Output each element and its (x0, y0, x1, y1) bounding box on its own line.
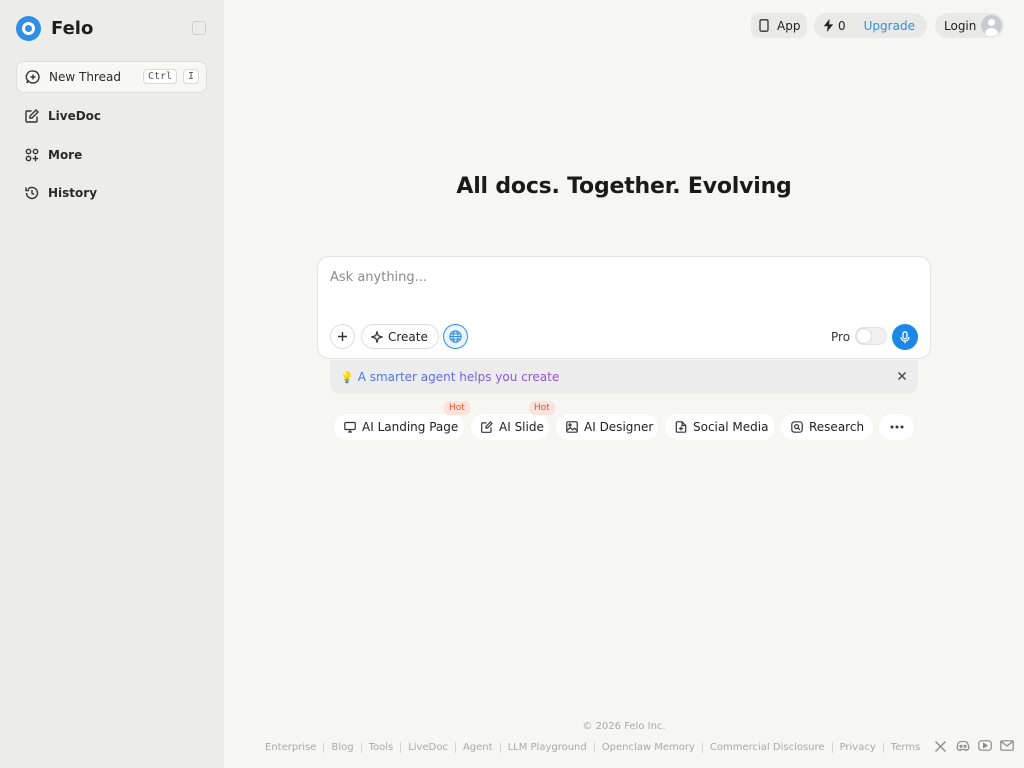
sidebar-item-label: More (48, 148, 83, 162)
discord-icon[interactable] (956, 740, 971, 754)
sidebar-item-livedoc[interactable]: LiveDoc (16, 100, 207, 132)
footer-links: Enterprise Blog Tools LiveDoc Agent LLM … (265, 740, 1015, 754)
more-dots-icon (890, 425, 904, 429)
hot-badge: Hot (444, 401, 470, 415)
login-label: Login (944, 18, 977, 33)
brand-name: Felo (51, 18, 94, 39)
tip-text[interactable]: A smarter agent helps you create (358, 370, 560, 384)
edit-icon (24, 108, 40, 124)
login-button[interactable]: Login (935, 13, 1004, 38)
footer-link-enterprise[interactable]: Enterprise (265, 742, 323, 753)
mail-icon[interactable] (1000, 740, 1015, 754)
plus-icon (337, 331, 348, 342)
footer-link-openclaw-memory[interactable]: Openclaw Memory (593, 741, 702, 753)
avatar (981, 15, 1002, 36)
chip-research[interactable]: Research (781, 414, 873, 440)
page-title: All docs. Together. Evolving (456, 174, 792, 199)
new-thread-label: New Thread (49, 70, 121, 84)
chip-label: AI Designer (584, 420, 654, 434)
sidebar-collapse-icon[interactable] (192, 21, 206, 35)
create-button[interactable]: Create (361, 324, 439, 349)
pro-label: Pro (831, 330, 851, 344)
globe-icon (449, 330, 462, 343)
attach-button[interactable] (330, 324, 355, 349)
hot-badge: Hot (529, 401, 555, 415)
monitor-icon (344, 421, 356, 433)
footer-link-commercial-disclosure[interactable]: Commercial Disclosure (701, 741, 832, 753)
lightbulb-icon: 💡 (340, 370, 354, 384)
sidebar: Felo New Thread Ctrl I LiveDoc More Hist… (0, 0, 224, 768)
chip-label: AI Slide (499, 420, 544, 434)
sidebar-item-more[interactable]: More (16, 139, 207, 171)
footer-link-privacy[interactable]: Privacy (831, 741, 883, 753)
new-thread-icon (25, 69, 41, 85)
image-icon (566, 421, 578, 433)
footer-link-tools[interactable]: Tools (360, 741, 401, 753)
more-options-button[interactable] (879, 414, 914, 440)
app-button[interactable]: App (751, 13, 807, 38)
sparkle-icon (371, 330, 383, 343)
bolt-icon (823, 19, 834, 32)
sidebar-item-history[interactable]: History (16, 177, 207, 209)
shortcut-i-key: I (183, 69, 200, 84)
pro-toggle[interactable] (855, 327, 887, 345)
new-thread-button[interactable]: New Thread Ctrl I (16, 61, 207, 93)
doc-plus-icon (675, 421, 687, 433)
footer-link-blog[interactable]: Blog (323, 741, 360, 753)
youtube-icon[interactable] (978, 740, 993, 754)
brand[interactable]: Felo (16, 16, 93, 41)
x-icon[interactable] (934, 740, 949, 754)
chip-label: Social Media (693, 420, 769, 434)
footer-link-llm-playground[interactable]: LLM Playground (499, 741, 594, 753)
phone-icon (759, 19, 769, 32)
chip-label: Research (809, 420, 865, 434)
chip-ai-slide[interactable]: AI Slide (471, 414, 549, 440)
apps-icon (24, 147, 40, 163)
chip-ai-landing-page[interactable]: AI Landing Page (334, 414, 464, 440)
chip-social-media[interactable]: Social Media (665, 414, 775, 440)
copyright: © 2026 Felo Inc. (582, 721, 666, 732)
microphone-icon (900, 330, 910, 344)
footer-link-agent[interactable]: Agent (454, 741, 500, 753)
chip-ai-designer[interactable]: AI Designer (556, 414, 658, 440)
create-label: Create (388, 329, 428, 344)
shortcut-ctrl-key: Ctrl (143, 69, 178, 84)
footer-link-livedoc[interactable]: LiveDoc (400, 741, 455, 753)
composer: Create Pro (317, 256, 931, 359)
felo-logo-icon (16, 16, 41, 41)
credits-pill: 0 Upgrade (814, 13, 927, 38)
sidebar-item-label: LiveDoc (48, 109, 102, 123)
voice-button[interactable] (892, 324, 918, 350)
upgrade-button[interactable]: Upgrade (864, 19, 915, 33)
research-icon (791, 421, 803, 433)
credits-count: 0 (838, 18, 846, 33)
chip-label: AI Landing Page (362, 420, 459, 434)
search-input[interactable] (330, 265, 910, 289)
app-label: App (777, 18, 801, 33)
footer-link-terms[interactable]: Terms (882, 741, 927, 753)
close-icon[interactable] (896, 370, 908, 382)
tip-banner[interactable]: 💡 A smarter agent helps you create (330, 360, 918, 394)
sidebar-item-label: History (48, 186, 98, 200)
history-icon (24, 185, 40, 201)
web-search-toggle[interactable] (443, 324, 468, 349)
slide-edit-icon (481, 421, 493, 433)
